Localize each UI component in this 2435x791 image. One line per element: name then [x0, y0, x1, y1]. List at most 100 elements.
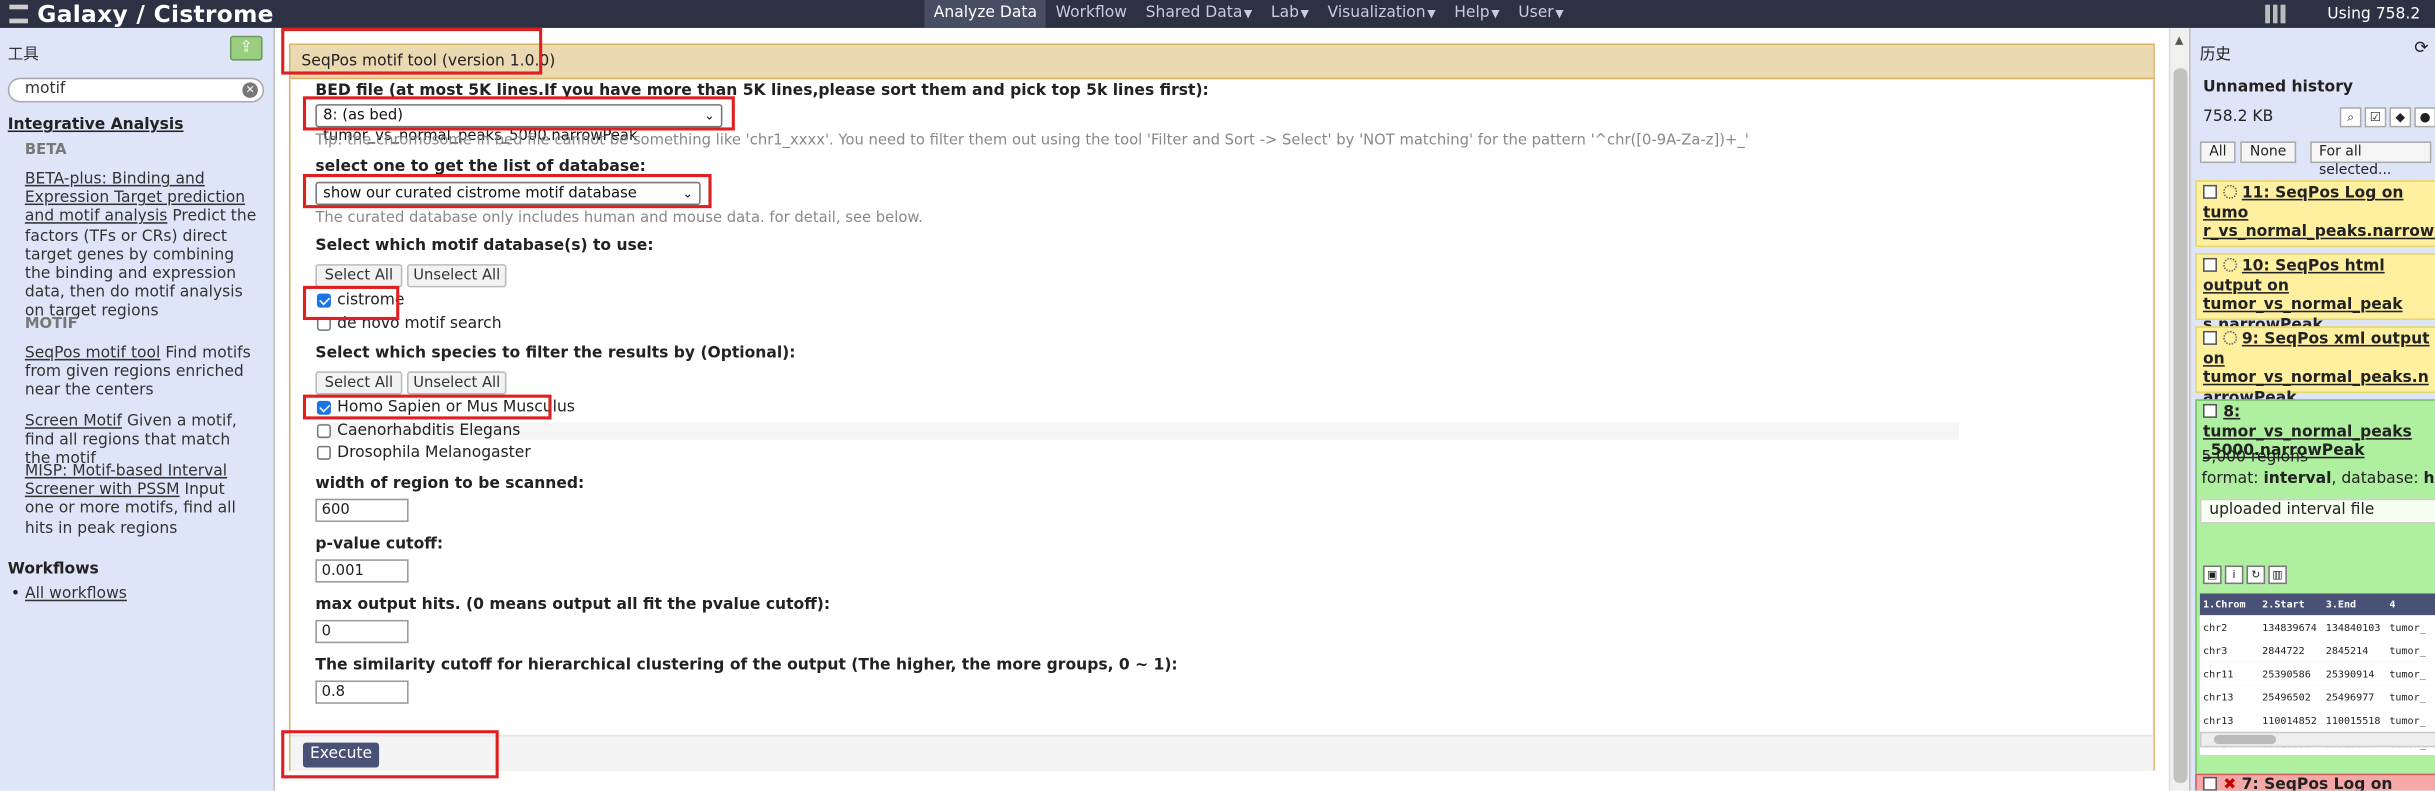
scrollbar-thumb[interactable]	[2213, 734, 2277, 745]
highlight-box	[302, 394, 552, 420]
center-scrollbar[interactable]: ▲	[2168, 27, 2190, 791]
caret-down-icon: ▼	[1300, 7, 1309, 21]
dataset-10[interactable]: 10: SeqPos html output on tumor_vs_norma…	[2195, 253, 2435, 333]
tool-panel-title: 工具	[7, 46, 39, 64]
nav-item-label: Lab	[1270, 4, 1299, 22]
search-icon[interactable]: ⌕	[2339, 107, 2362, 128]
checkbox[interactable]	[2203, 184, 2217, 199]
scrollbar-thumb[interactable]	[2173, 68, 2188, 784]
highlight-box	[302, 285, 400, 321]
option-label: Caenorhabditis Elegans	[337, 422, 521, 440]
scroll-up-icon[interactable]: ▲	[2175, 34, 2183, 46]
species-option-drosophila[interactable]: Drosophila Melanogaster	[316, 444, 531, 462]
for-all-selected-button[interactable]: For all selected...	[2309, 141, 2432, 179]
nav-item-help[interactable]: Help ▼	[1445, 0, 1509, 28]
comment-icon[interactable]: ●	[2414, 107, 2435, 128]
nav-item-label: Workflow	[1055, 4, 1127, 22]
tool-search-input[interactable]: motif ✕	[7, 77, 265, 103]
workflows-title: Workflows	[7, 560, 99, 578]
dataset-info: uploaded interval file	[2199, 498, 2435, 524]
peek-cell: 25496502	[2262, 690, 2311, 704]
checkbox[interactable]	[2203, 776, 2217, 791]
nav-item-visualization[interactable]: Visualization ▼	[1318, 0, 1445, 28]
nav-item-lab[interactable]: Lab ▼	[1262, 0, 1319, 28]
highlight-box	[281, 730, 499, 779]
nav-item-label: Help	[1454, 4, 1490, 22]
database-label: select one to get the list of database:	[315, 158, 646, 176]
tool-screen-motif[interactable]: Screen Motif Given a motif, find all reg…	[25, 413, 258, 470]
dataset-7[interactable]: ✖ 7: SeqPos Log on tumor	[2195, 773, 2435, 791]
species-label: Select which species to filter the resul…	[315, 344, 796, 362]
dataset-title[interactable]: 11: SeqPos Log on tumo r_vs_normal_peaks…	[2203, 185, 2435, 241]
history-panel: 历史 ⟳ Unnamed history 758.2 KB ⌕ ☑ ◆ ● Al…	[2189, 27, 2435, 791]
peek-row: chr13 25496502 25496977 tumor_	[2199, 685, 2435, 709]
galaxy-logo-icon	[9, 4, 28, 24]
highlight-box	[302, 174, 712, 209]
tool-seqpos[interactable]: SeqPos motif tool Find motifs from given…	[25, 345, 258, 402]
brand[interactable]: Galaxy / Cistrome	[0, 0, 274, 28]
galaxy-app: Galaxy / Cistrome Analyze Data Workflow Sh…	[0, 0, 2435, 791]
rerun-icon[interactable]: ↻	[2246, 565, 2266, 585]
width-input[interactable]: 600	[315, 498, 409, 523]
save-icon[interactable]: ▣	[2203, 565, 2222, 585]
checkbox[interactable]	[2203, 257, 2217, 272]
select-all-button[interactable]: All	[2199, 141, 2236, 164]
nav-item-workflow[interactable]: Workflow	[1046, 0, 1136, 28]
tool-misp[interactable]: MISP: Motif-based Interval Screener with…	[25, 463, 258, 539]
nav-item-shared-data[interactable]: Shared Data ▼	[1136, 0, 1261, 28]
tool-link[interactable]: SeqPos motif tool	[25, 345, 161, 362]
clear-search-icon[interactable]: ✕	[242, 82, 258, 98]
tool-beta-plus[interactable]: BETA-plus: Binding and Expression Target…	[25, 171, 258, 323]
maxhits-input[interactable]: 0	[315, 619, 409, 644]
tool-link[interactable]: Screen Motif	[25, 413, 122, 430]
peek-cell: chr2	[2203, 620, 2228, 634]
similarity-input[interactable]: 0.8	[315, 680, 409, 704]
dataset-9[interactable]: 9: SeqPos xml output on tumor_vs_normal_…	[2195, 326, 2435, 406]
peek-row: chr11 25390586 25390914 tumor_	[2199, 661, 2435, 686]
species-select-all-button[interactable]: Select All	[315, 371, 403, 395]
history-size: 758.2 KB	[2203, 108, 2274, 126]
group-heading-motif: MOTIF	[24, 315, 78, 333]
species-unselect-all-button[interactable]: Unselect All	[407, 371, 507, 395]
visualize-icon[interactable]: ▥	[2268, 565, 2287, 585]
checkbox[interactable]	[316, 424, 331, 439]
check-icon[interactable]: ☑	[2364, 107, 2387, 128]
peek-row: chr2 134839674 134840103 tumor_	[2199, 615, 2435, 639]
peek-cell: tumor_	[2389, 690, 2426, 704]
upload-icon[interactable]: ⇪	[229, 35, 263, 61]
motif-unselect-all-button[interactable]: Unselect All	[407, 264, 507, 288]
pvalue-input[interactable]: 0.001	[315, 559, 409, 583]
brand-title: Galaxy / Cistrome	[37, 0, 274, 28]
checkbox[interactable]	[2203, 403, 2217, 418]
refresh-icon[interactable]: ⟳	[2414, 37, 2428, 57]
form-footer: Execute	[290, 734, 2154, 771]
peek-col-header: 1.Chrom	[2203, 598, 2246, 611]
info-icon[interactable]: i	[2224, 565, 2244, 585]
peek-cell: 25390586	[2262, 667, 2311, 680]
motif-db-label: Select which motif database(s) to use:	[315, 237, 654, 255]
peek-hscrollbar[interactable]	[2199, 731, 2435, 748]
all-workflows-link[interactable]: All workflows	[25, 586, 127, 603]
dataset-regions: 5,000 regions	[2201, 448, 2309, 467]
dataset-meta: format: interval, database: hg38	[2201, 471, 2435, 488]
checkbox[interactable]	[2203, 330, 2217, 345]
all-workflows-item[interactable]: • All workflows	[11, 586, 127, 603]
dataset-title[interactable]: 9: SeqPos xml output on tumor_vs_normal_…	[2203, 331, 2430, 406]
highlight-box	[302, 96, 735, 131]
checkbox[interactable]	[316, 445, 331, 460]
apps-grid-icon[interactable]	[2265, 4, 2287, 24]
section-integrative-analysis[interactable]: Integrative Analysis	[8, 117, 184, 134]
peek-col-header: 4	[2389, 598, 2396, 611]
running-spinner-icon	[2223, 330, 2238, 345]
maxhits-label: max output hits. (0 means output all fit…	[315, 596, 831, 614]
history-name[interactable]: Unnamed history	[2203, 79, 2353, 96]
nav-item-user[interactable]: User ▼	[1509, 0, 1573, 28]
nav-item-analyze-data[interactable]: Analyze Data	[924, 0, 1047, 28]
select-none-button[interactable]: None	[2240, 141, 2296, 164]
motif-select-all-button[interactable]: Select All	[315, 264, 403, 288]
species-option-c-elegans[interactable]: Caenorhabditis Elegans	[316, 422, 1960, 440]
dataset-11[interactable]: 11: SeqPos Log on tumo r_vs_normal_peaks…	[2195, 180, 2435, 248]
highlight-box	[281, 27, 543, 75]
tags-icon[interactable]: ◆	[2389, 107, 2412, 128]
option-label: Drosophila Melanogaster	[337, 444, 531, 462]
